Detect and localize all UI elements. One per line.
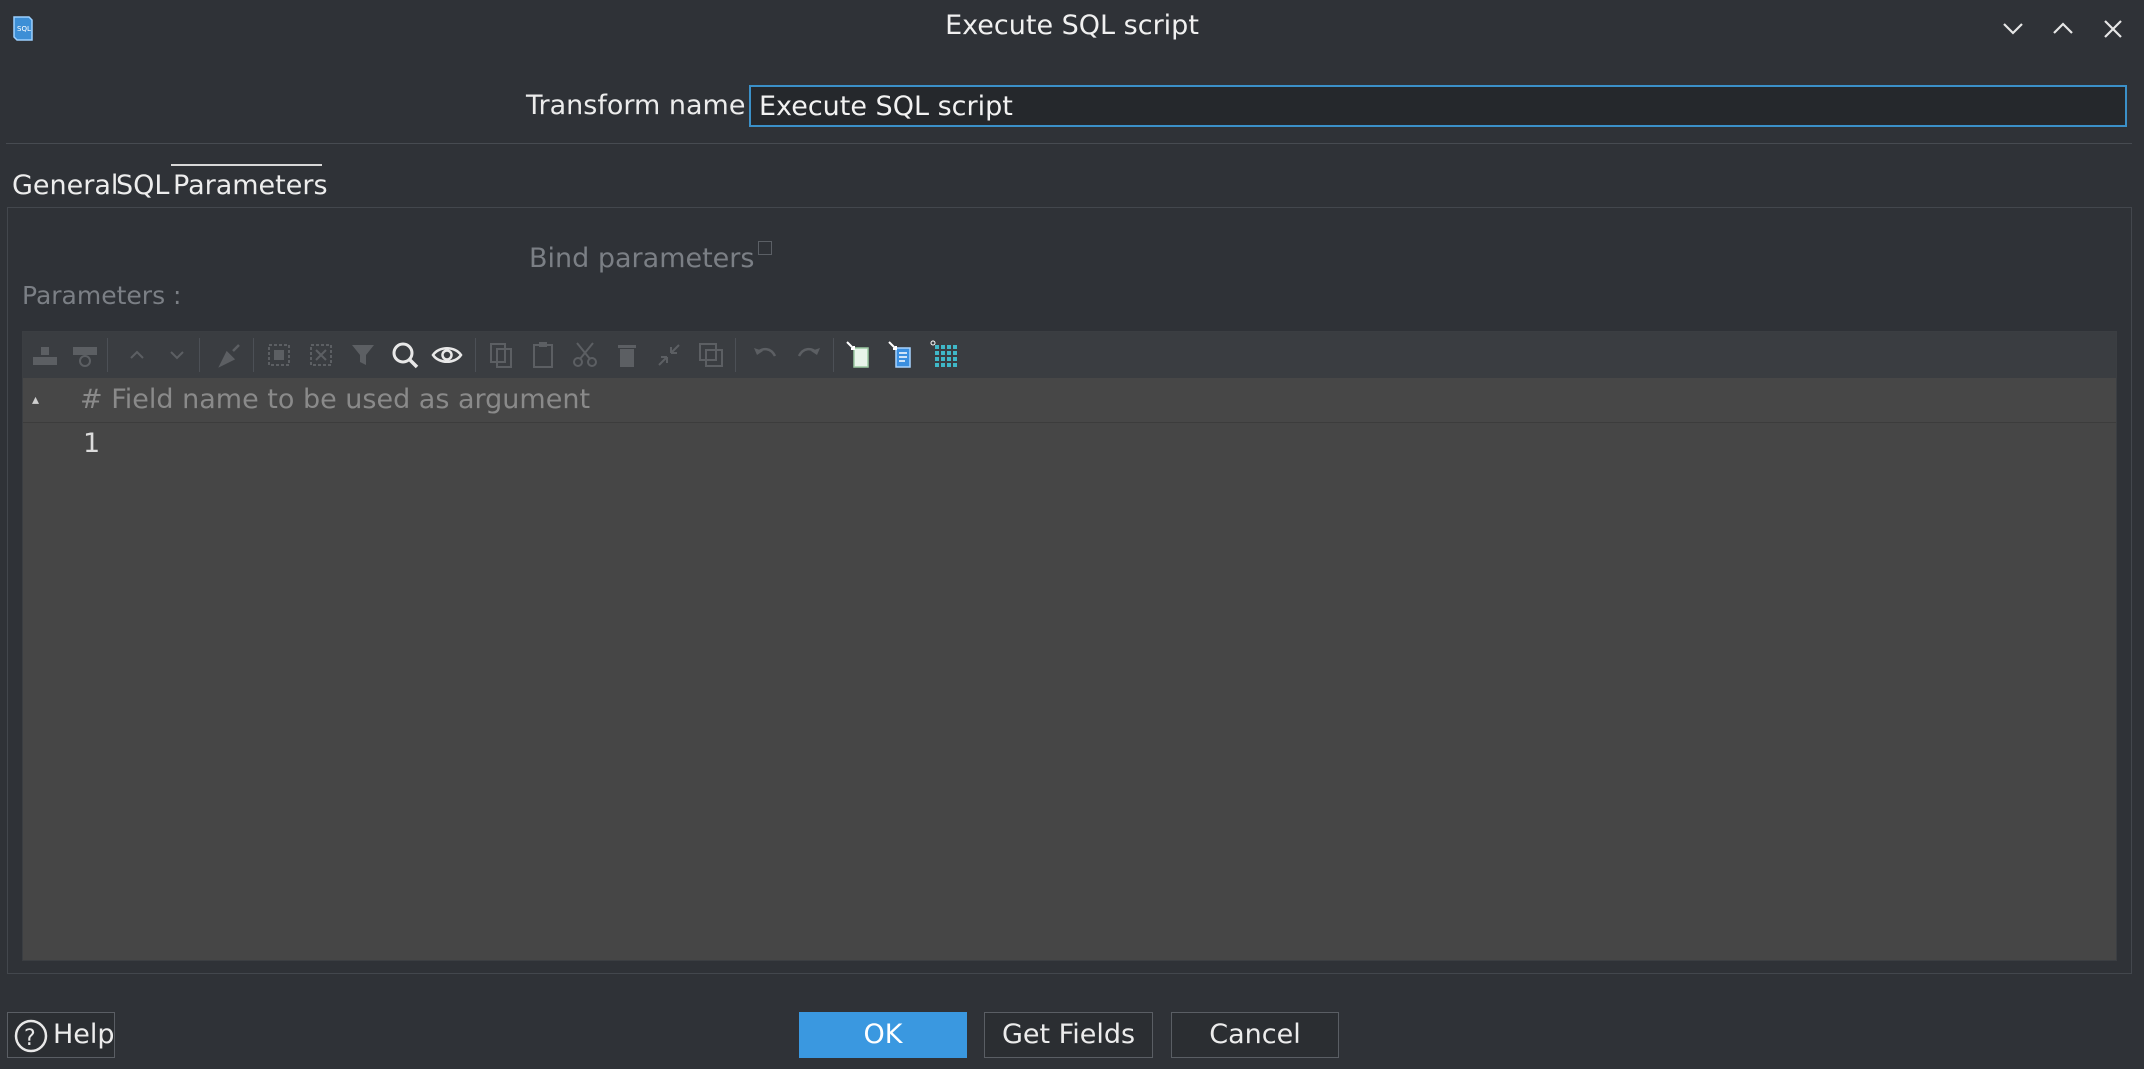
maximize-icon[interactable] xyxy=(2048,14,2078,44)
insert-row-icon[interactable] xyxy=(29,339,61,371)
table-toolbar xyxy=(23,332,2116,379)
clear-icon[interactable] xyxy=(213,339,245,371)
grid-icon[interactable] xyxy=(929,339,961,371)
tab-sql[interactable]: SQL xyxy=(116,164,169,208)
title-bar: SQL Execute SQL script xyxy=(0,0,2144,56)
column-header-field-name[interactable]: # Field name to be used as argument xyxy=(80,384,590,415)
move-up-icon[interactable] xyxy=(121,339,153,371)
minimize-icon[interactable] xyxy=(1998,14,2028,44)
parameters-label: Parameters : xyxy=(22,281,182,310)
close-icon[interactable] xyxy=(2098,14,2128,44)
bind-parameters-label: Bind parameters xyxy=(529,243,755,274)
transform-name-input[interactable] xyxy=(749,85,2127,127)
row-number: 1 xyxy=(83,428,101,459)
view-icon[interactable] xyxy=(431,339,463,371)
search-icon[interactable] xyxy=(389,339,421,371)
keep-icon[interactable] xyxy=(653,339,685,371)
bind-parameters-checkbox[interactable] xyxy=(758,241,772,255)
transform-name-label: Transform name xyxy=(526,90,746,121)
select-all-icon[interactable] xyxy=(263,339,295,371)
ok-button[interactable]: OK xyxy=(799,1012,967,1058)
get-fields-button[interactable]: Get Fields xyxy=(984,1012,1153,1058)
delete-icon[interactable] xyxy=(611,339,643,371)
parameters-table: ▴ # Field name to be used as argument 1 xyxy=(22,331,2117,961)
get-fields-blue-icon[interactable] xyxy=(885,339,917,371)
cancel-button[interactable]: Cancel xyxy=(1171,1012,1339,1058)
help-label: Help xyxy=(53,1019,115,1050)
help-icon: ? xyxy=(14,1019,48,1053)
svg-text:?: ? xyxy=(24,1026,36,1051)
cut-icon[interactable] xyxy=(569,339,601,371)
delete-row-icon[interactable] xyxy=(69,339,101,371)
sort-indicator-icon[interactable]: ▴ xyxy=(32,392,39,408)
move-down-icon[interactable] xyxy=(161,339,193,371)
copy-icon[interactable] xyxy=(485,339,517,371)
header-divider xyxy=(6,143,2132,144)
clear-selection-icon[interactable] xyxy=(305,339,337,371)
filter-icon[interactable] xyxy=(347,339,379,371)
tab-general[interactable]: General xyxy=(12,164,118,208)
paste-icon[interactable] xyxy=(527,339,559,371)
table-row[interactable]: 1 xyxy=(23,422,2116,466)
window-title: Execute SQL script xyxy=(945,10,1199,41)
get-fields-icon[interactable] xyxy=(843,339,875,371)
table-header: ▴ # Field name to be used as argument xyxy=(23,378,2116,423)
undo-icon[interactable] xyxy=(749,339,781,371)
redo-icon[interactable] xyxy=(793,339,825,371)
tab-parameters[interactable]: Parameters xyxy=(171,164,328,208)
help-button[interactable]: ? Help xyxy=(7,1012,115,1058)
duplicate-icon[interactable] xyxy=(695,339,727,371)
